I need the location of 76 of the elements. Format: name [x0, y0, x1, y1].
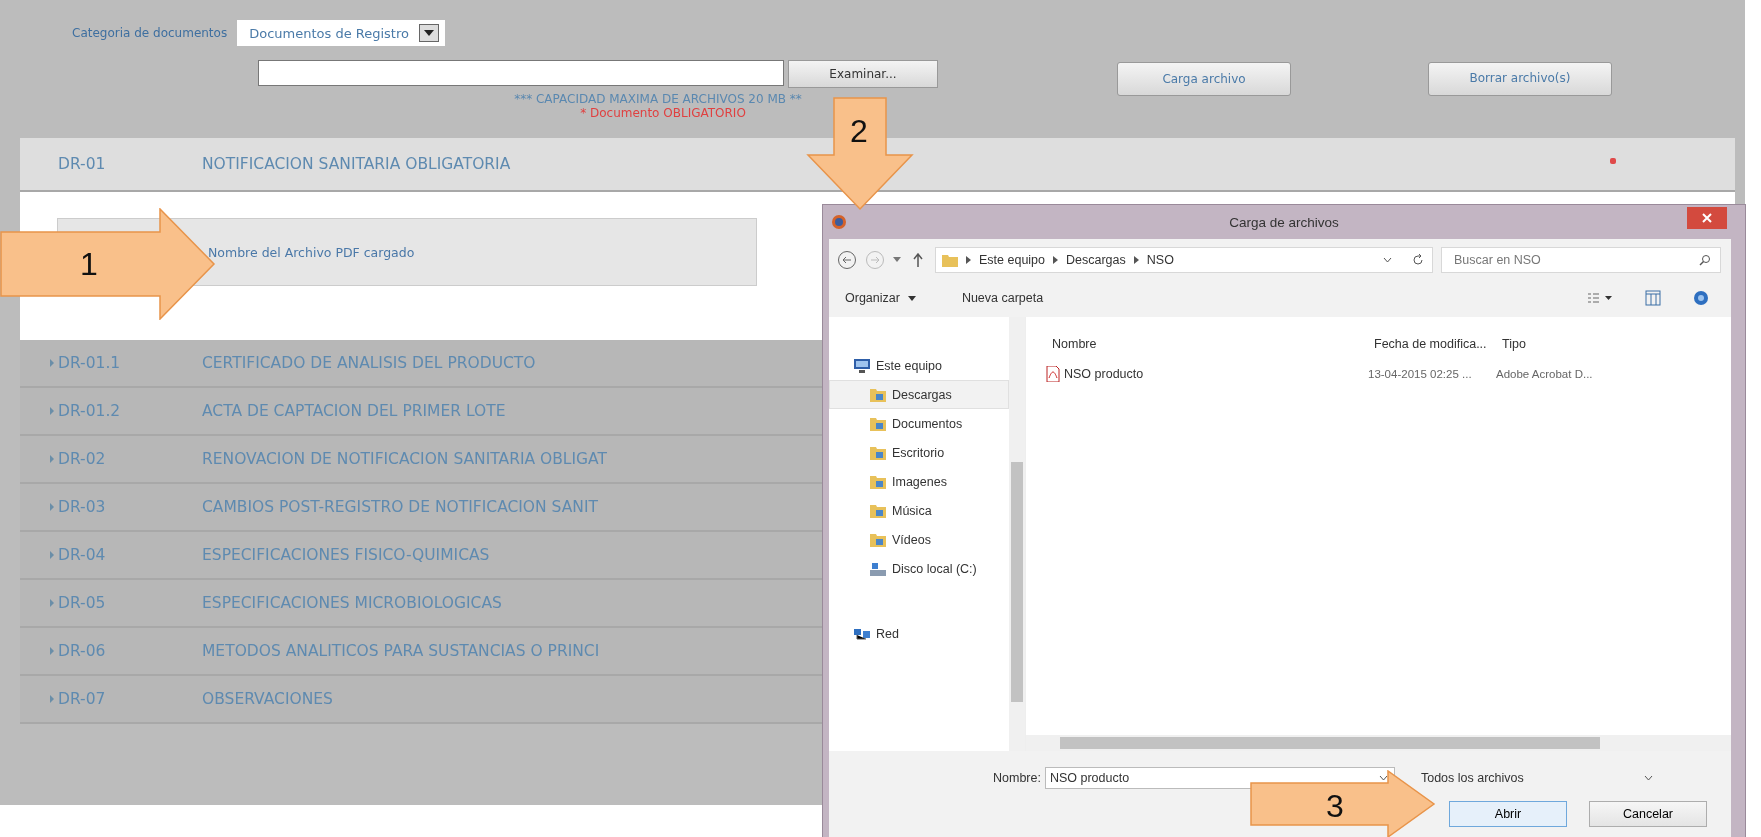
search-field[interactable]: Buscar en NSO	[1441, 247, 1721, 273]
dialog-title: Carga de archivos	[1229, 214, 1339, 230]
expand-icon	[50, 647, 54, 655]
file-date: 13-04-2015 02:25 ...	[1368, 368, 1473, 380]
nav-item[interactable]: Descargas	[829, 380, 1009, 409]
organize-menu[interactable]: Organizar	[845, 291, 900, 305]
pdf-file-icon	[1046, 366, 1060, 382]
category-select[interactable]: Documentos de Registro	[237, 20, 445, 46]
view-options-icon[interactable]	[1587, 292, 1613, 304]
open-button[interactable]: Abrir	[1449, 801, 1567, 827]
nav-item[interactable]: Vídeos	[829, 525, 1009, 554]
folder-icon	[870, 532, 886, 547]
expand-icon	[50, 551, 54, 559]
folder-icon	[870, 474, 886, 489]
expand-icon	[50, 599, 54, 607]
nav-item[interactable]: Red	[829, 619, 1009, 648]
breadcrumb-item[interactable]: NSO	[1146, 253, 1174, 267]
folder-icon	[870, 387, 886, 402]
nav-item[interactable]: Música	[829, 496, 1009, 525]
column-header[interactable]: Tipo	[1494, 337, 1622, 351]
nav-item[interactable]: Documentos	[829, 409, 1009, 438]
browse-button[interactable]: Examinar...	[788, 60, 938, 88]
expand-icon	[50, 503, 54, 511]
up-arrow-icon[interactable]	[913, 253, 923, 267]
search-icon	[1699, 254, 1711, 266]
dropdown-icon	[418, 24, 439, 42]
nav-item[interactable]: Escritorio	[829, 438, 1009, 467]
file-type: Adobe Acrobat D...	[1495, 368, 1594, 380]
network-icon	[854, 626, 870, 641]
breadcrumb-item[interactable]: Descargas	[1066, 253, 1126, 267]
cancel-button[interactable]: Cancelar	[1589, 801, 1707, 827]
address-bar[interactable]: Este equipo Descargas NSO	[935, 247, 1433, 273]
filename-label: Nombre:	[993, 771, 1041, 785]
folder-icon	[942, 253, 958, 267]
close-icon	[1702, 213, 1712, 223]
step-number: 1	[80, 248, 98, 280]
file-name[interactable]: NSO producto	[1046, 366, 1366, 382]
new-folder-button[interactable]: Nueva carpeta	[961, 291, 1044, 305]
computer-icon	[854, 358, 870, 373]
folder-icon	[870, 445, 886, 460]
expand-icon	[50, 695, 54, 703]
folder-icon	[870, 416, 886, 431]
column-header[interactable]: Fecha de modifica...	[1374, 337, 1494, 351]
back-icon[interactable]	[837, 250, 857, 270]
chevron-down-icon[interactable]	[1383, 257, 1392, 263]
chevron-icon	[1053, 256, 1059, 264]
expand-icon	[50, 359, 54, 367]
required-note: * Documento OBLIGATORIO	[580, 106, 746, 120]
folder-icon	[870, 503, 886, 518]
expand-icon	[50, 407, 54, 415]
caret-icon[interactable]	[907, 295, 916, 301]
nav-item[interactable]: Disco local (C:)	[829, 554, 1009, 583]
help-icon[interactable]	[1693, 290, 1709, 306]
chevron-icon	[966, 256, 971, 264]
chevron-down-icon	[1643, 775, 1653, 781]
chevron-down-icon	[1378, 775, 1388, 781]
file-name: Nombre del Archivo PDF cargado	[208, 244, 415, 260]
delete-files-button[interactable]: Borrar archivo(s)	[1428, 62, 1612, 96]
preview-pane-icon[interactable]	[1645, 290, 1661, 306]
scrollbar[interactable]	[1026, 735, 1731, 751]
capacity-note: *** CAPACIDAD MAXIMA DE ARCHIVOS 20 MB **	[514, 92, 802, 106]
drive-icon	[870, 561, 886, 576]
breadcrumb-item[interactable]: Este equipo	[979, 253, 1046, 267]
refresh-icon[interactable]	[1412, 254, 1424, 266]
file-type-select[interactable]: Todos los archivos	[1412, 767, 1661, 789]
category-label: Categoria de documentos	[72, 26, 228, 40]
nav-item[interactable]: Este equipo	[829, 351, 1009, 380]
close-button[interactable]	[1687, 207, 1727, 229]
expand-icon	[50, 455, 54, 463]
column-header[interactable]: Nombre	[1046, 337, 1372, 351]
app-icon	[831, 214, 847, 230]
upload-button[interactable]: Carga archivo	[1117, 62, 1291, 96]
nav-item[interactable]: Imagenes	[829, 467, 1009, 496]
chevron-icon	[1133, 256, 1139, 264]
step-number: 3	[1326, 790, 1344, 822]
file-path-field[interactable]	[258, 60, 784, 86]
